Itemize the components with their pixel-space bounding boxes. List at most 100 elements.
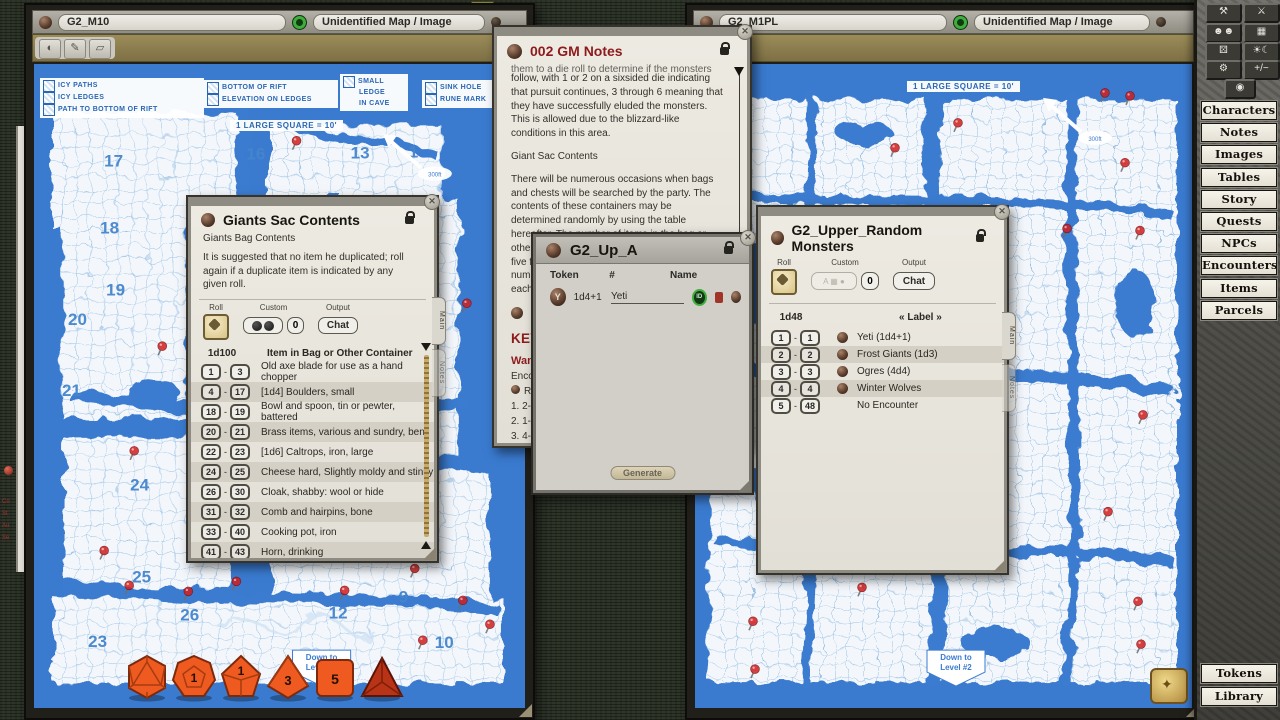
window-link-icon[interactable] [39,16,52,29]
lock-icon[interactable] [720,47,729,55]
roll-die-button[interactable] [771,269,797,295]
table-link-icon[interactable] [201,213,215,227]
map-title-input[interactable]: G2_M1PL [719,14,947,31]
sidebar-item-items[interactable]: Items [1201,279,1277,298]
table-row[interactable]: 18-19Bowl and spoon, tin or pewter, batt… [191,402,434,422]
resize-grip[interactable] [519,704,532,717]
monster-count[interactable]: 1d4+1 [574,292,603,303]
encounter-link-icon[interactable] [546,243,561,258]
table-row[interactable]: 5-48No Encounter [761,397,1004,414]
faction-icon[interactable] [715,292,723,303]
resize-grip[interactable] [738,479,751,492]
table-row[interactable]: 1-3Old axe blade for use as a hand chopp… [191,362,434,382]
map-type-field[interactable]: Unidentified Map / Image [313,14,485,31]
link-icon[interactable] [837,332,848,343]
map-title-input[interactable]: G2_M10 [58,14,286,31]
calendar-icon[interactable]: ▦ [1243,23,1280,43]
die-d4-icon[interactable] [359,654,405,702]
generate-button[interactable]: Generate [610,466,675,480]
monster-name-field[interactable]: Yeti [611,291,684,304]
table-row[interactable]: 2-2Frost Giants (1d3) [761,346,1004,363]
link-icon[interactable] [837,383,848,394]
mask-tool-icon[interactable]: ◐ [39,39,61,59]
table-row[interactable]: 26-30Cloak, shabby: wool or hide [191,482,434,502]
chat-output-button[interactable]: Chat [893,272,935,290]
die-roll-icon[interactable] [1156,17,1166,27]
table-row[interactable]: 22-23[1d6] Caltrops, iron, large [191,442,434,462]
table-row[interactable]: 24-25Cheese hard, Slightly moldy and sti… [191,462,434,482]
sidebar-item-images[interactable]: Images [1201,145,1277,164]
close-icon[interactable]: ✕ [737,24,753,40]
table-row[interactable]: 3-3Ogres (4d4) [761,363,1004,380]
link-icon[interactable] [837,366,848,377]
tab-main[interactable]: Main [432,297,446,345]
record-link-icon[interactable] [731,291,741,303]
close-icon[interactable]: ✕ [424,194,440,210]
modifier-counter[interactable]: 0 [861,272,879,290]
note-link-icon[interactable] [507,44,522,59]
sidebar-item-story[interactable]: Story [1201,190,1277,209]
token-icon[interactable]: ◉ [1224,79,1256,99]
swords-icon[interactable]: ⚔ [1243,3,1280,23]
sidebar-item-tokens[interactable]: Tokens [1201,664,1277,683]
table-row[interactable]: 31-32Comb and hairpins, bone [191,502,434,522]
modifier-counter[interactable]: 0 [287,317,304,334]
hidden-window-icon[interactable] [4,466,13,475]
sidebar-item-characters[interactable]: Characters [1201,101,1277,120]
map-pin[interactable] [1101,89,1110,102]
sidebar-item-npcs[interactable]: NPCs [1201,234,1277,253]
die-d8-icon[interactable]: 3 [265,654,311,702]
table-row[interactable]: 4-17[1d4] Boulders, small [191,382,434,402]
people-icon[interactable]: ☻☻ [1205,23,1242,43]
tab-notes[interactable]: Notes [1002,364,1016,412]
gear-icon[interactable]: ⚙ [1205,60,1242,80]
lock-icon[interactable] [724,246,733,254]
lock-icon[interactable] [405,216,414,224]
lock-icon[interactable] [976,234,984,242]
media-icon[interactable]: ⚄ [1205,42,1242,62]
link-icon[interactable] [837,349,848,360]
pan-button[interactable] [1150,668,1188,704]
monster-token[interactable]: Y [550,288,566,306]
table-row[interactable]: 1-1Yeti (1d4+1) [761,329,1004,346]
table-row[interactable]: 41-43Horn, drinking [191,542,434,558]
sidebar-item-parcels[interactable]: Parcels [1201,301,1277,320]
scroll-up-icon[interactable] [421,343,431,351]
resize-grip[interactable] [993,559,1006,572]
close-icon[interactable]: ✕ [994,204,1010,220]
map-pin[interactable] [462,299,471,312]
chat-output-button[interactable]: Chat [318,317,358,334]
table-row[interactable]: 4-4Winter Wolves [761,380,1004,397]
sidebar-item-encounters[interactable]: Encounters [1201,256,1277,275]
table-row[interactable]: 33-40Cooking pot, iron [191,522,434,542]
tab-notes[interactable]: Notes [432,349,446,397]
custom-dice-box[interactable]: A ▦ ● [811,272,857,290]
sidebar-item-tables[interactable]: Tables [1201,168,1277,187]
die-d12-icon[interactable]: 1 [171,654,217,702]
close-icon[interactable]: ✕ [740,230,756,246]
plusminus-icon[interactable]: +/− [1243,60,1280,80]
sidebar-item-notes[interactable]: Notes [1201,123,1277,142]
die-d6-icon[interactable]: 5 [312,654,358,702]
sidebar-item-quests[interactable]: Quests [1201,212,1277,231]
table-row[interactable]: 20-21Brass items, various and sundry, be… [191,422,434,442]
map-type-field[interactable]: Unidentified Map / Image [974,14,1150,31]
tab-main[interactable]: Main [1002,312,1016,360]
pencil-tool-icon[interactable]: ✎ [64,39,86,59]
encounter-row[interactable]: Y 1d4+1 Yeti ID [536,285,749,306]
scroll-thumb[interactable] [734,67,744,76]
sidebar-item-library[interactable]: Library [1201,687,1277,706]
map-pin[interactable] [232,577,241,590]
link-icon[interactable] [511,385,520,394]
id-badge-icon[interactable]: ID [692,289,707,306]
custom-dice-box[interactable] [243,317,283,334]
table-link-icon[interactable] [771,231,784,245]
id-badge-icon[interactable] [292,15,307,30]
eraser-tool-icon[interactable]: ▱ [89,39,111,59]
die-d20-icon[interactable] [124,654,170,702]
die-d10-icon[interactable]: 1 [218,654,264,702]
id-badge-icon[interactable] [953,15,968,30]
roll-die-button[interactable] [203,314,229,340]
scrollbar[interactable] [424,355,429,537]
resize-grip[interactable] [423,547,436,560]
